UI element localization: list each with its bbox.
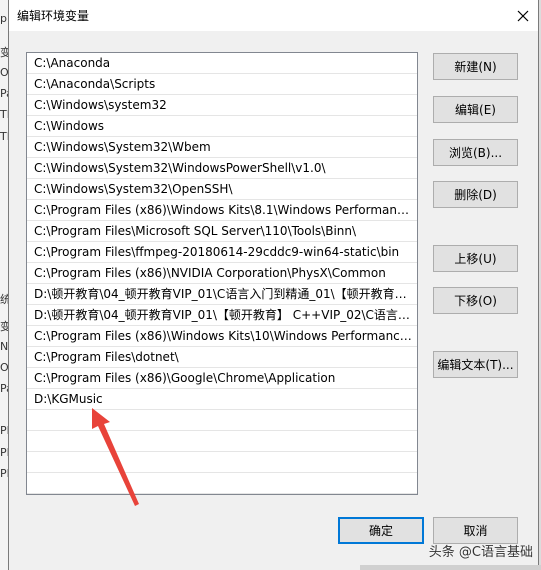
dialog-title: 编辑环境变量	[17, 9, 90, 23]
background-text-fragment: TN	[0, 130, 9, 143]
background-text-fragment: 变	[0, 46, 9, 59]
path-list-item[interactable]: C:\Program Files (x86)\Windows Kits\8.1\…	[27, 200, 417, 221]
path-list-item[interactable]	[27, 452, 417, 473]
new-button[interactable]: 新建(N)	[433, 53, 518, 80]
background-text-fragment: TE	[0, 108, 9, 121]
path-list-item[interactable]: C:\Program Files (x86)\Windows Kits\10\W…	[27, 326, 417, 347]
path-list-item[interactable]: C:\Windows\system32	[27, 95, 417, 116]
background-text-fragment: Pa	[0, 87, 9, 100]
background-text-fragment: 统	[0, 293, 9, 306]
background-text-fragment: p	[0, 12, 7, 25]
path-list-item[interactable]	[27, 431, 417, 452]
cancel-button[interactable]: 取消	[433, 517, 518, 544]
title-bar: 编辑环境变量	[9, 0, 538, 31]
path-list-item[interactable]: C:\Anaconda\Scripts	[27, 74, 417, 95]
path-list-item[interactable]: C:\Windows\System32\OpenSSH\	[27, 179, 417, 200]
path-list[interactable]: C:\Anaconda C:\Anaconda\Scripts C:\Windows…	[26, 52, 418, 495]
close-button[interactable]	[508, 0, 538, 31]
background-text-fragment: PF	[0, 424, 9, 437]
path-list-item[interactable]: C:\Windows\System32\WindowsPowerShell\v1…	[27, 158, 417, 179]
background-text-fragment: O	[0, 66, 9, 79]
background-text-fragment: 变	[0, 320, 9, 333]
path-list-item[interactable]: D:\KGMusic	[27, 389, 417, 410]
path-list-item[interactable]: C:\Program Files (x86)\Google\Chrome\App…	[27, 368, 417, 389]
edit-text-button[interactable]: 编辑文本(T)...	[433, 351, 518, 378]
close-icon	[517, 10, 529, 21]
ok-button[interactable]: 确定	[338, 517, 424, 544]
browse-button[interactable]: 浏览(B)...	[433, 139, 518, 166]
path-list-item[interactable]: C:\Program Files (x86)\NVIDIA Corporatio…	[27, 263, 417, 284]
move-down-button[interactable]: 下移(O)	[433, 287, 518, 314]
background-text-fragment: PF	[0, 446, 9, 459]
delete-button[interactable]: 删除(D)	[433, 181, 518, 208]
path-list-item[interactable]: C:\Program Files\Microsoft SQL Server\11…	[27, 221, 417, 242]
path-list-item[interactable]: C:\Windows\System32\Wbem	[27, 137, 417, 158]
path-list-item[interactable]: C:\Program Files\ffmpeg-20180614-29cddc9…	[27, 242, 417, 263]
edit-environment-variable-dialog: 编辑环境变量 C:\Anaconda C:\Anaconda\Scripts C:\…	[9, 0, 538, 570]
path-list-item[interactable]: C:\Anaconda	[27, 53, 417, 74]
path-list-item[interactable]	[27, 410, 417, 431]
background-window-strip: p变OPaTETN统变NOPaPFPFPF	[0, 0, 9, 570]
background-text-fragment: PF	[0, 467, 9, 480]
edit-button[interactable]: 编辑(E)	[433, 96, 518, 123]
path-list-item[interactable]: D:\顿开教育\04_顿开教育VIP_01\【顿开教育】 C++VIP_02\C…	[27, 305, 417, 326]
background-text-fragment: N	[0, 340, 9, 353]
path-list-item[interactable]: D:\顿开教育\04_顿开教育VIP_01\C语言入门到精通_01\【顿开教育】…	[27, 284, 417, 305]
move-up-button[interactable]: 上移(U)	[433, 245, 518, 272]
background-text-fragment: Pa	[0, 382, 9, 395]
path-list-item[interactable]	[27, 473, 417, 494]
watermark: 头条 @C语言基础	[428, 545, 533, 560]
background-taskbar-edge	[360, 565, 541, 570]
background-text-fragment: O	[0, 361, 9, 374]
path-list-item[interactable]: C:\Windows	[27, 116, 417, 137]
path-list-item[interactable]: C:\Program Files\dotnet\	[27, 347, 417, 368]
